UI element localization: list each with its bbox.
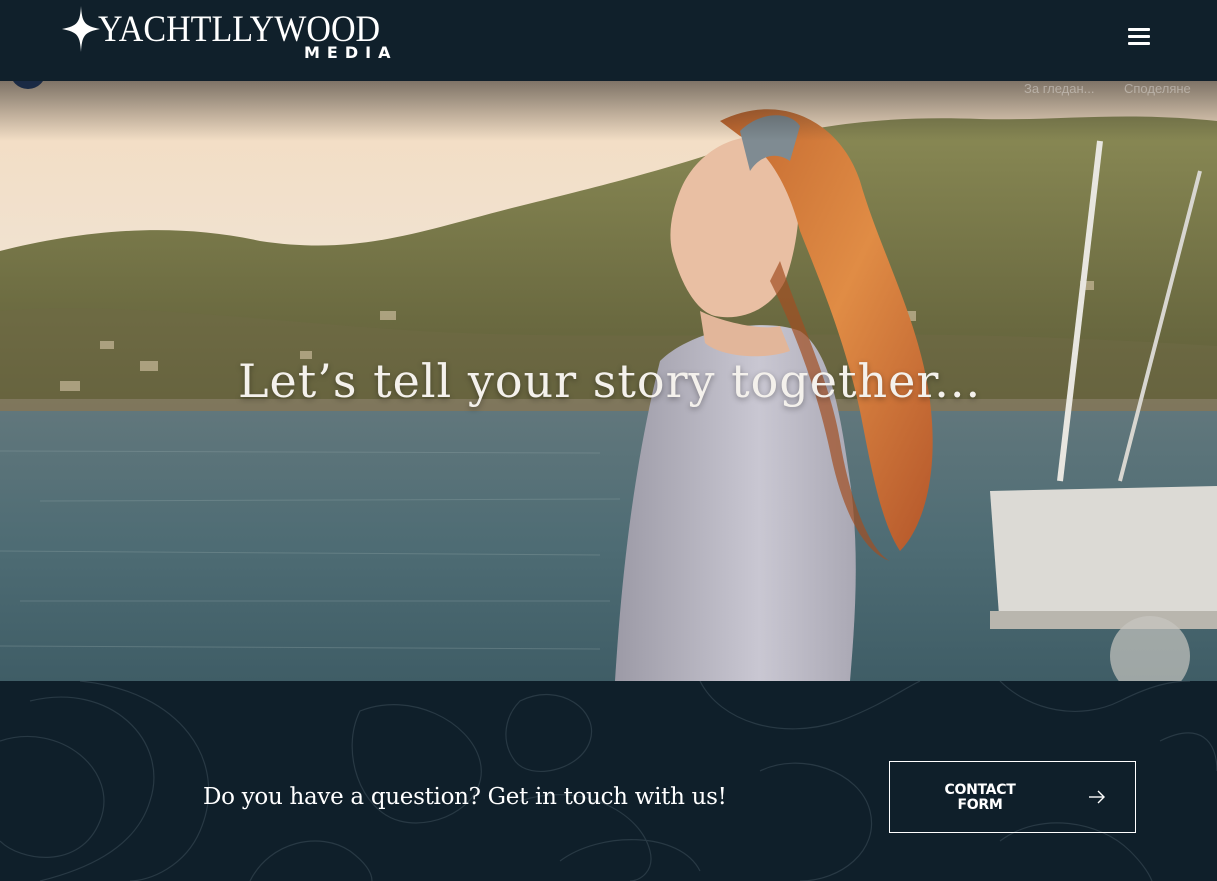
logo[interactable]: YACHTLLYWOOD MEDIA	[60, 4, 420, 62]
brand-subtitle: MEDIA	[304, 43, 398, 62]
watch-later-button[interactable]: За гледан...	[1024, 81, 1095, 96]
contact-cta-section: Do you have a question? Get in touch wit…	[0, 681, 1217, 881]
arrow-right-icon	[1089, 790, 1105, 804]
sparkle-star-icon	[62, 6, 100, 52]
hamburger-menu-button[interactable]	[1124, 24, 1154, 48]
contact-label-line2: FORM	[957, 797, 1003, 813]
contact-label-line1: CONTACT	[944, 782, 1016, 798]
contact-question: Do you have a question? Get in touch wit…	[203, 784, 727, 810]
site-header: YACHTLLYWOOD MEDIA	[0, 0, 1217, 81]
hero-caption: Let’s tell your story together...	[238, 354, 982, 408]
contact-form-button[interactable]: CONTACT FORM	[889, 761, 1136, 833]
hamburger-icon	[1128, 28, 1150, 31]
share-button[interactable]: Споделяне	[1124, 81, 1191, 96]
hero-video[interactable]: За гледан... Споделяне Let’s tell your s…	[0, 81, 1217, 681]
